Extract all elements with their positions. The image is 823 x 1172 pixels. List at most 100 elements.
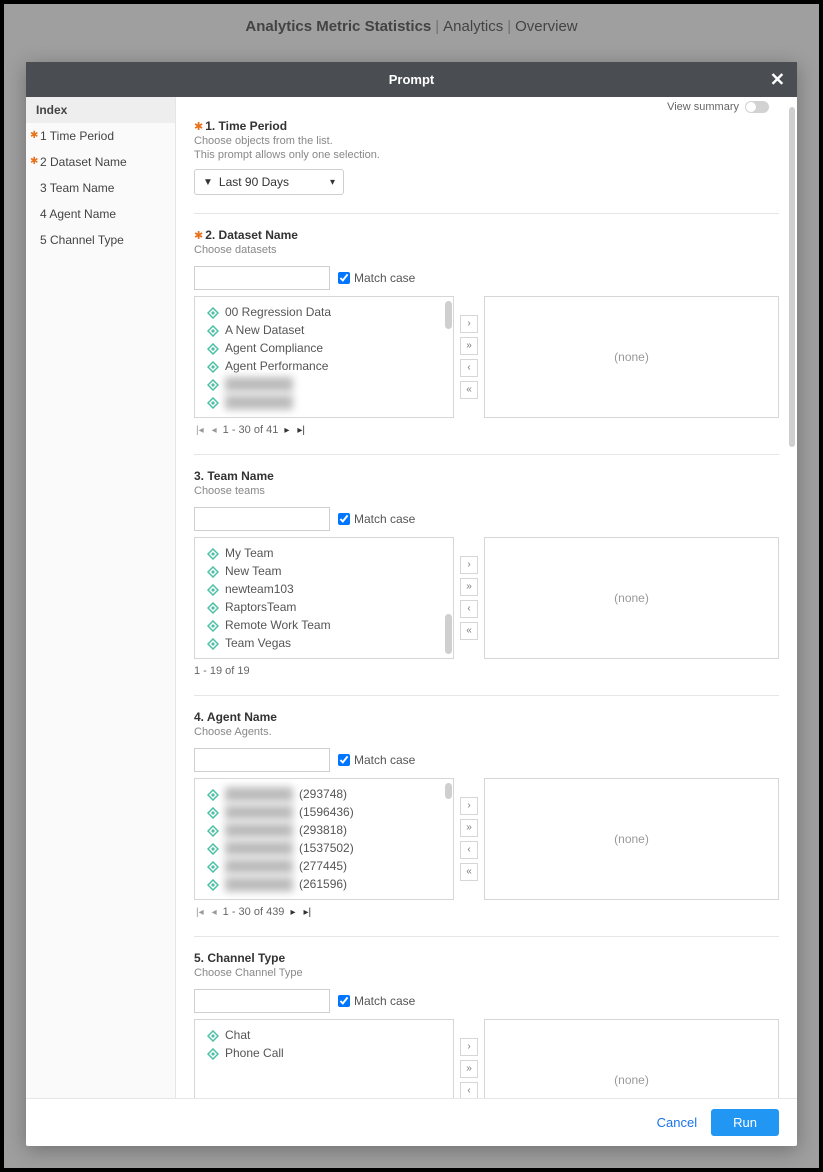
dataset-search-input[interactable] [194, 266, 330, 290]
section-dataset-name: ✱2. Dataset Name Choose datasets Match c… [194, 214, 779, 455]
move-all-left-button[interactable]: « [460, 863, 478, 881]
modal-header: Prompt ✕ [26, 62, 797, 97]
move-left-button[interactable]: ‹ [460, 1082, 478, 1098]
dataset-available-list[interactable]: 00 Regression DataA New DatasetAgent Com… [194, 296, 454, 418]
first-page-button[interactable]: |◂ [194, 425, 206, 436]
move-all-right-button[interactable]: » [460, 819, 478, 837]
diamond-icon [207, 879, 219, 889]
channel-selected-list[interactable]: (none) [484, 1019, 779, 1098]
move-left-button[interactable]: ‹ [460, 359, 478, 377]
list-item[interactable]: Team Vegas [195, 634, 453, 652]
index-sidebar: Index ✱1 Time Period ✱2 Dataset Name 3 T… [26, 97, 176, 1098]
last-page-button[interactable]: ▸| [301, 907, 313, 918]
dataset-pager: |◂ ◂ 1 - 30 of 41 ▸ ▸| [194, 424, 779, 436]
list-item[interactable]: ████████ [195, 393, 453, 411]
run-button[interactable]: Run [711, 1109, 779, 1136]
list-item[interactable]: newteam103 [195, 580, 453, 598]
scrollbar-thumb[interactable] [445, 301, 452, 329]
team-shuttle: › » ‹ « [460, 537, 478, 659]
team-match-case[interactable]: Match case [338, 512, 415, 526]
diamond-icon [207, 566, 219, 576]
team-selected-list[interactable]: (none) [484, 537, 779, 659]
channel-available-list[interactable]: ChatPhone Call [194, 1019, 454, 1098]
diamond-icon [207, 843, 219, 853]
diamond-icon [207, 825, 219, 835]
cancel-button[interactable]: Cancel [657, 1115, 697, 1130]
scrollbar-thumb[interactable] [445, 614, 452, 654]
list-item[interactable]: ████████(1596436) [195, 803, 453, 821]
next-page-button[interactable]: ▸ [288, 907, 297, 918]
sidebar-item-time-period[interactable]: ✱1 Time Period [26, 123, 175, 149]
view-summary-toggle[interactable]: View summary [667, 101, 769, 113]
sidebar-item-channel-type[interactable]: 5 Channel Type [26, 227, 175, 253]
move-right-button[interactable]: › [460, 797, 478, 815]
move-right-button[interactable]: › [460, 556, 478, 574]
first-page-button[interactable]: |◂ [194, 907, 206, 918]
list-item[interactable]: ████████(293748) [195, 785, 453, 803]
team-available-list[interactable]: My TeamNew Teamnewteam103RaptorsTeamRemo… [194, 537, 454, 659]
agent-selected-list[interactable]: (none) [484, 778, 779, 900]
list-item[interactable]: ████████(277445) [195, 857, 453, 875]
prev-page-button[interactable]: ◂ [210, 907, 219, 918]
modal-title: Prompt [389, 72, 435, 87]
sidebar-item-dataset-name[interactable]: ✱2 Dataset Name [26, 149, 175, 175]
diamond-icon [207, 397, 219, 407]
list-item[interactable]: RaptorsTeam [195, 598, 453, 616]
diamond-icon [207, 1030, 219, 1040]
section-team-name: 3. Team Name Choose teams Match case My … [194, 455, 779, 696]
channel-search-input[interactable] [194, 989, 330, 1013]
prev-page-button[interactable]: ◂ [210, 425, 219, 436]
list-item[interactable]: Phone Call [195, 1044, 453, 1062]
team-search-input[interactable] [194, 507, 330, 531]
list-item[interactable]: 00 Regression Data [195, 303, 453, 321]
move-left-button[interactable]: ‹ [460, 841, 478, 859]
diamond-icon [207, 343, 219, 353]
list-item[interactable]: ████████(293818) [195, 821, 453, 839]
next-page-button[interactable]: ▸ [282, 425, 291, 436]
list-item[interactable]: ████████(261596) [195, 875, 453, 893]
list-item[interactable]: Agent Compliance [195, 339, 453, 357]
list-item[interactable]: Remote Work Team [195, 616, 453, 634]
list-item[interactable]: Agent Performance [195, 357, 453, 375]
list-item[interactable]: ████████(1537502) [195, 839, 453, 857]
agent-pager: |◂ ◂ 1 - 30 of 439 ▸ ▸| [194, 906, 779, 918]
move-all-right-button[interactable]: » [460, 578, 478, 596]
diamond-icon [207, 602, 219, 612]
list-item[interactable]: Chat [195, 1026, 453, 1044]
sidebar-item-team-name[interactable]: 3 Team Name [26, 175, 175, 201]
toggle-icon[interactable] [745, 101, 769, 113]
list-item[interactable]: A New Dataset [195, 321, 453, 339]
dataset-selected-list[interactable]: (none) [484, 296, 779, 418]
section-channel-type: 5. Channel Type Choose Channel Type Matc… [194, 937, 779, 1098]
move-right-button[interactable]: › [460, 315, 478, 333]
move-left-button[interactable]: ‹ [460, 600, 478, 618]
sidebar-header: Index [26, 97, 175, 123]
diamond-icon [207, 548, 219, 558]
close-icon[interactable]: ✕ [770, 69, 785, 90]
move-all-left-button[interactable]: « [460, 622, 478, 640]
scrollbar-thumb[interactable] [789, 107, 795, 447]
move-all-right-button[interactable]: » [460, 337, 478, 355]
channel-match-case[interactable]: Match case [338, 994, 415, 1008]
list-item[interactable]: New Team [195, 562, 453, 580]
dataset-shuttle: › » ‹ « [460, 296, 478, 418]
scrollbar-thumb[interactable] [445, 783, 452, 799]
last-page-button[interactable]: ▸| [295, 425, 307, 436]
agent-search-input[interactable] [194, 748, 330, 772]
move-all-right-button[interactable]: » [460, 1060, 478, 1078]
list-item[interactable]: My Team [195, 544, 453, 562]
dataset-match-case[interactable]: Match case [338, 271, 415, 285]
agent-match-case[interactable]: Match case [338, 753, 415, 767]
move-all-left-button[interactable]: « [460, 381, 478, 399]
diamond-icon [207, 307, 219, 317]
time-period-select[interactable]: ▼ Last 90 Days ▾ [194, 169, 344, 195]
team-count: 1 - 19 of 19 [194, 665, 779, 677]
move-right-button[interactable]: › [460, 1038, 478, 1056]
channel-shuttle: › » ‹ « [460, 1019, 478, 1098]
modal-footer: Cancel Run [26, 1098, 797, 1146]
diamond-icon [207, 861, 219, 871]
agent-available-list[interactable]: ████████(293748)████████(1596436)███████… [194, 778, 454, 900]
sidebar-item-agent-name[interactable]: 4 Agent Name [26, 201, 175, 227]
diamond-icon [207, 1048, 219, 1058]
list-item[interactable]: ████████ [195, 375, 453, 393]
